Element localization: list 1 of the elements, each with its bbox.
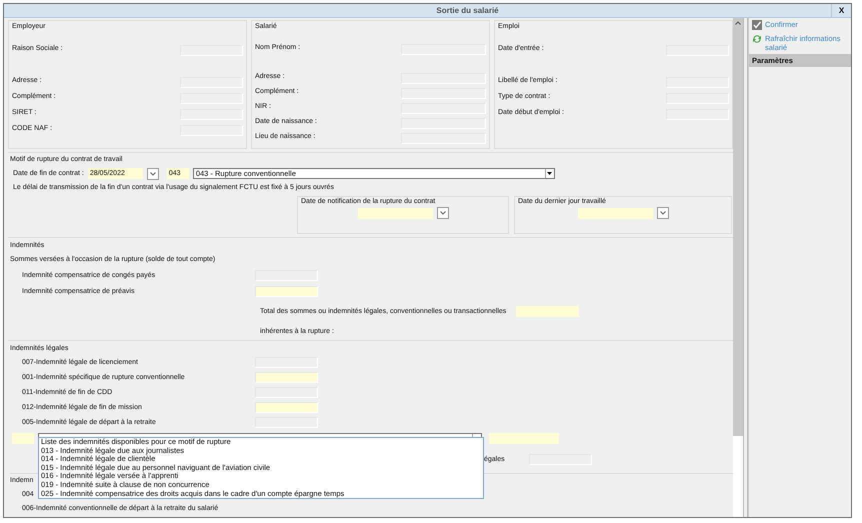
window-title: Sortie du salarié [435,6,500,15]
